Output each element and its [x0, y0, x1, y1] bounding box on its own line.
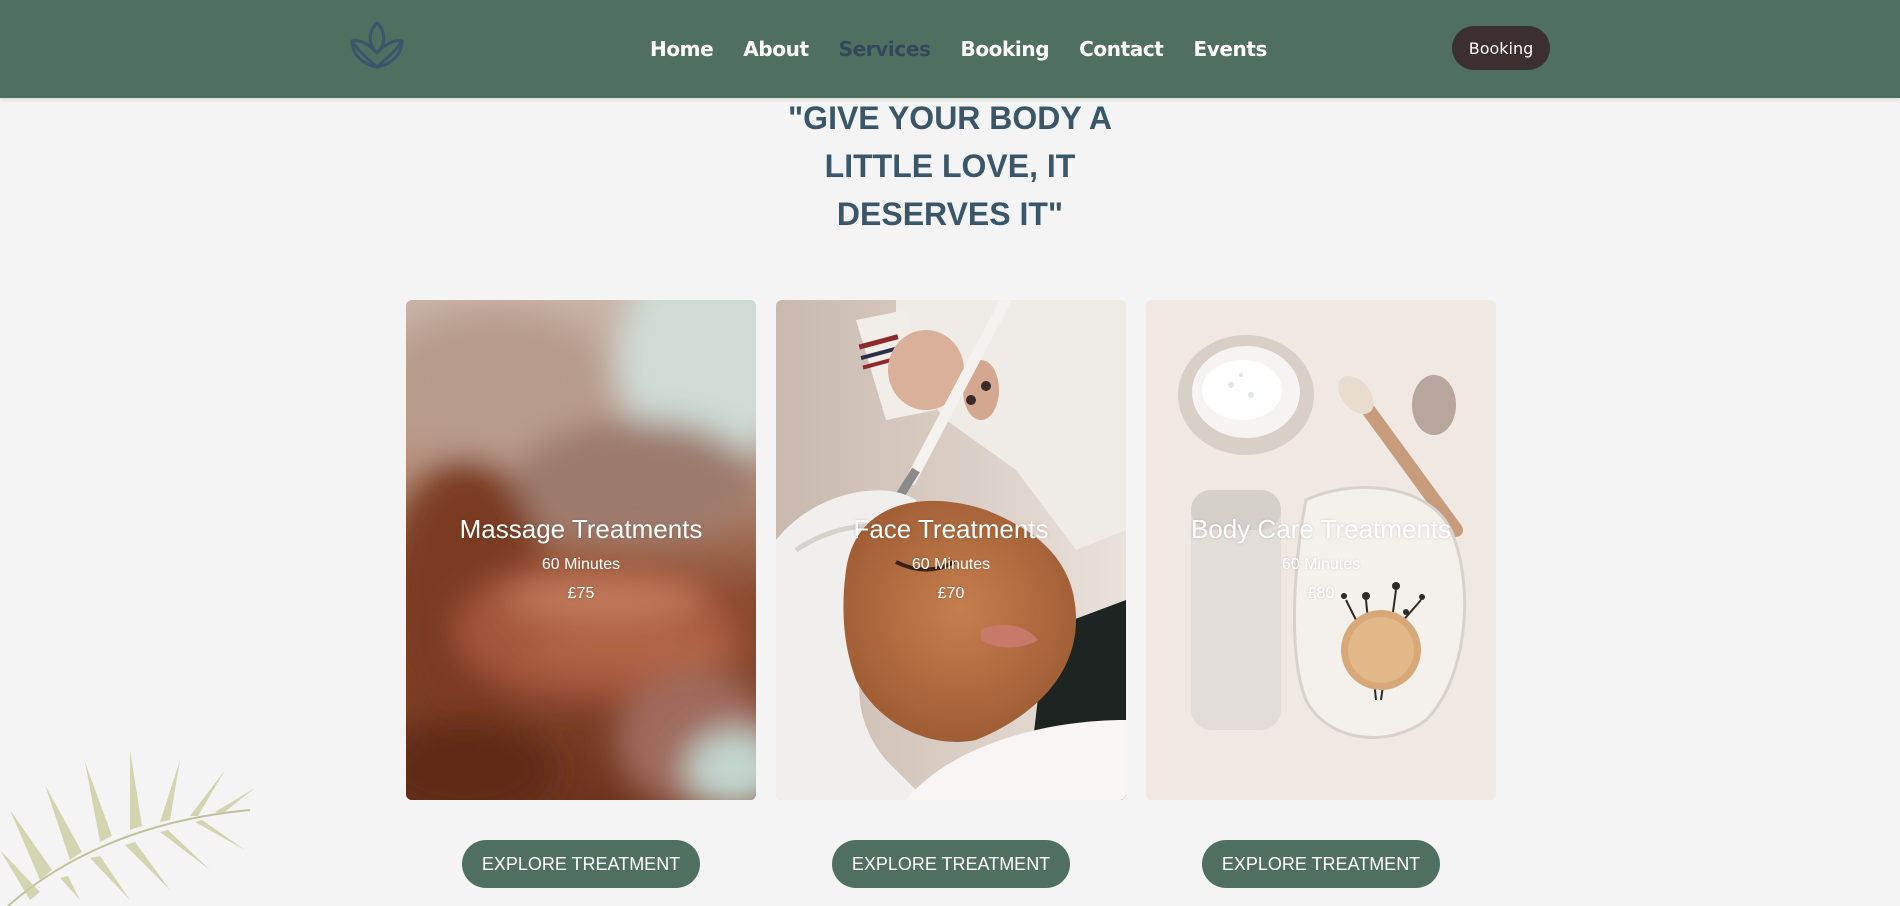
nav-booking[interactable]: Booking [961, 36, 1050, 62]
booking-button[interactable]: Booking [1452, 26, 1550, 70]
explore-massage-button[interactable]: EXPLORE TREATMENT [462, 840, 700, 888]
card-content: Face Treatments 60 Minutes £70 [776, 512, 1126, 608]
card-content: Body Care Treatments 60 Minutes £80 [1146, 512, 1496, 608]
card-duration: 60 Minutes [541, 556, 621, 573]
card-title: Face Treatments [853, 514, 1049, 544]
palm-leaf-decoration [0, 750, 255, 906]
card-content: Massage Treatments 60 Minutes £75 [406, 512, 756, 608]
massage-treatment-card[interactable]: Massage Treatments 60 Minutes £75 [406, 300, 756, 800]
site-header: Home About Services Booking Contact Even… [0, 0, 1900, 98]
card-price: £75 [567, 585, 595, 602]
hero-quote: "GIVE YOUR BODY A LITTLE LOVE, IT DESERV… [750, 94, 1150, 238]
card-price: £70 [937, 585, 965, 602]
nav-events[interactable]: Events [1193, 36, 1267, 62]
body-care-treatment-card[interactable]: Body Care Treatments 60 Minutes £80 [1146, 300, 1496, 800]
nav-about[interactable]: About [743, 36, 809, 62]
nav-services[interactable]: Services [839, 36, 931, 62]
main-nav: Home About Services Booking Contact Even… [650, 36, 1267, 62]
nav-home[interactable]: Home [650, 36, 714, 62]
explore-body-care-button[interactable]: EXPLORE TREATMENT [1202, 840, 1440, 888]
card-duration: 60 Minutes [1281, 556, 1361, 573]
card-duration: 60 Minutes [911, 556, 991, 573]
quote-line: DESERVES IT" [836, 196, 1064, 232]
quote-line: "GIVE YOUR BODY A [788, 100, 1112, 136]
card-title: Massage Treatments [459, 514, 703, 544]
nav-contact[interactable]: Contact [1079, 36, 1164, 62]
quote-line: LITTLE LOVE, IT [824, 148, 1076, 184]
card-title: Body Care Treatments [1190, 514, 1452, 544]
lotus-icon[interactable] [348, 19, 406, 71]
card-price: £80 [1307, 585, 1335, 602]
face-treatment-card[interactable]: Face Treatments 60 Minutes £70 [776, 300, 1126, 800]
explore-face-button[interactable]: EXPLORE TREATMENT [832, 840, 1070, 888]
